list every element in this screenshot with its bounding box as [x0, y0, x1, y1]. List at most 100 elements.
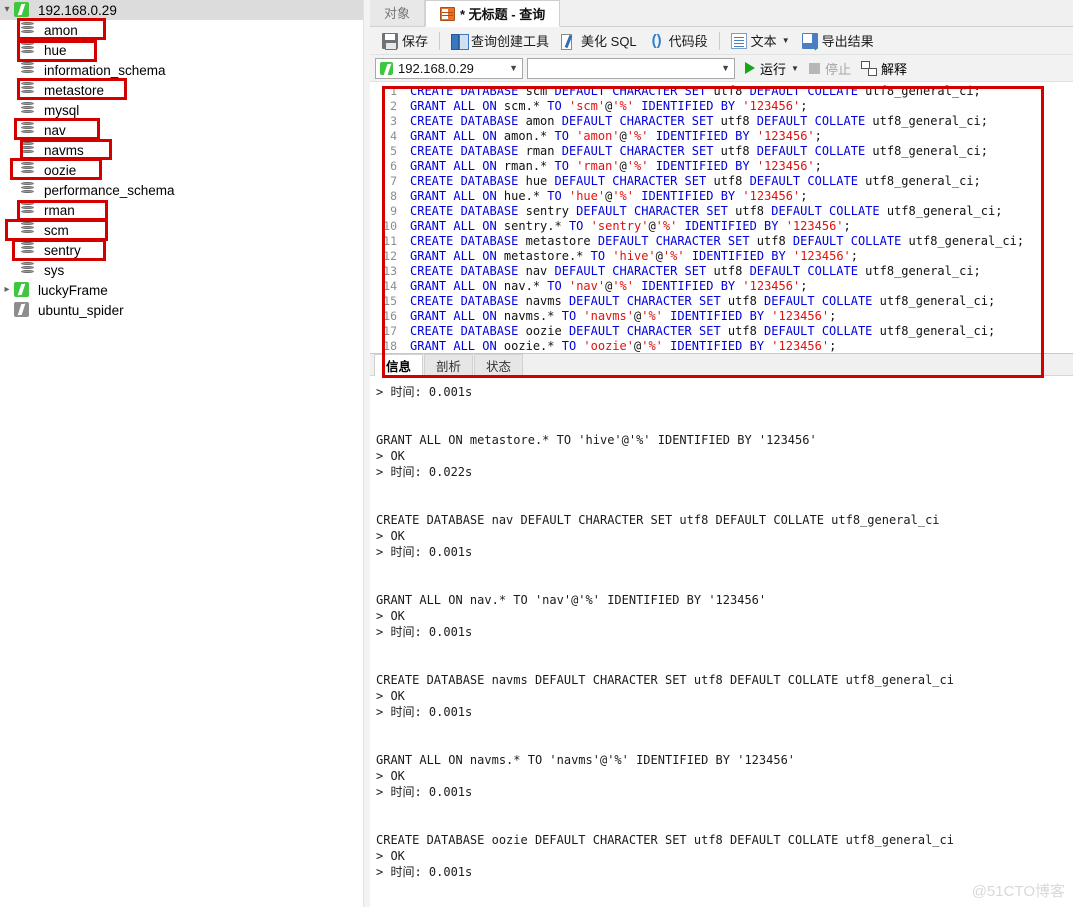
result-tab-label: 信息 — [386, 360, 412, 374]
log-spacer — [376, 560, 1073, 576]
sql-line: GRANT ALL ON nav.* TO 'nav'@'%' IDENTIFI… — [410, 279, 808, 293]
log-line: > OK — [376, 849, 405, 863]
chevron-down-icon[interactable]: ▼ — [721, 63, 730, 73]
result-tab-2[interactable]: 状态 — [474, 354, 524, 375]
tree-node-label: amon — [44, 22, 78, 38]
tree-node-database[interactable]: nav — [0, 120, 363, 140]
line-number: 3 — [390, 114, 397, 128]
result-tab-0[interactable]: 信息 — [374, 354, 424, 376]
tab-query-label: * 无标题 - 查询 — [460, 7, 546, 22]
tree-node-database[interactable]: sys — [0, 260, 363, 280]
tree-node-connection[interactable]: ▾ 192.168.0.29 — [0, 0, 363, 20]
message-log[interactable]: > 时间: 0.001s GRANT ALL ON metastore.* TO … — [370, 376, 1073, 907]
parentheses-icon: () — [651, 31, 662, 49]
database-select[interactable]: ▼ — [527, 57, 735, 79]
line-number-gutter: 1 2 3 4 5 6 7 8 9 10 11 12 13 14 15 16 17 18 — [370, 82, 402, 353]
chevron-right-icon[interactable]: ▸ — [0, 285, 14, 295]
log-line: > 时间: 0.001s — [376, 865, 473, 879]
chevron-down-icon[interactable]: ▼ — [509, 63, 518, 73]
window-tab-bar[interactable]: 对象 * 无标题 - 查询 — [370, 0, 1073, 27]
log-spacer — [376, 416, 1073, 432]
line-number: 10 — [383, 219, 397, 233]
query-builder-label: 查询创建工具 — [471, 34, 550, 49]
tree-node-database[interactable]: metastore — [0, 80, 363, 100]
tree-node-database[interactable]: rman — [0, 200, 363, 220]
tab-query[interactable]: * 无标题 - 查询 — [425, 0, 561, 27]
tree-node-database[interactable]: mysql — [0, 100, 363, 120]
tab-objects-label: 对象 — [384, 6, 411, 21]
sql-line: GRANT ALL ON metastore.* TO 'hive'@'%' I… — [410, 249, 858, 263]
beautify-sql-button[interactable]: 美化 SQL — [555, 29, 643, 53]
log-spacer — [376, 800, 1073, 816]
tree-node-database[interactable]: navms — [0, 140, 363, 160]
sql-line: GRANT ALL ON oozie.* TO 'oozie'@'%' IDEN… — [410, 339, 837, 353]
run-button[interactable]: 运行 ▼ — [745, 59, 799, 78]
log-line: > OK — [376, 449, 405, 463]
explain-button[interactable]: 解释 — [860, 59, 907, 78]
chevron-down-icon[interactable]: ▼ — [782, 36, 790, 45]
line-number: 2 — [390, 99, 397, 113]
explain-icon — [860, 61, 877, 76]
beautify-sql-label: 美化 SQL — [581, 34, 637, 49]
sql-line: GRANT ALL ON rman.* TO 'rman'@'%' IDENTI… — [410, 159, 822, 173]
log-spacer — [376, 880, 1073, 896]
tree-node-database[interactable]: performance_schema — [0, 180, 363, 200]
result-tab-bar[interactable]: 信息 剖析 状态 — [370, 354, 1073, 376]
tree-node-label: luckyFrame — [38, 282, 108, 298]
log-line: GRANT ALL ON navms.* TO 'navms'@'%' IDEN… — [376, 753, 796, 767]
document-icon — [730, 32, 747, 49]
tree-node-database[interactable]: amon — [0, 20, 363, 40]
tree-node-database[interactable]: hue — [0, 40, 363, 60]
connection-select[interactable]: 192.168.0.29 ▼ — [375, 57, 523, 79]
tree-node-label: information_schema — [44, 62, 166, 78]
sql-code-area[interactable]: CREATE DATABASE scm DEFAULT CHARACTER SE… — [410, 82, 1073, 353]
tree-node-connection[interactable]: ubuntu_spider — [0, 300, 363, 320]
log-spacer — [376, 480, 1073, 496]
database-icon — [20, 262, 38, 278]
code-snippet-button[interactable]: () 代码段 — [643, 29, 714, 53]
stop-button: 停止 — [808, 59, 851, 78]
tree-node-database[interactable]: sentry — [0, 240, 363, 260]
explain-button-label: 解释 — [880, 61, 907, 77]
sql-editor[interactable]: 1 2 3 4 5 6 7 8 9 10 11 12 13 14 15 16 17 18 CREATE DATAB… — [370, 82, 1073, 354]
database-tree[interactable]: ▾ 192.168.0.29 amon hue information_schemame… — [0, 0, 363, 320]
tree-node-label: sys — [44, 262, 65, 278]
result-tab-label: 剖析 — [436, 359, 462, 374]
database-icon — [20, 62, 38, 78]
tree-node-label: oozie — [44, 162, 77, 178]
line-number: 17 — [383, 324, 397, 338]
sql-line: CREATE DATABASE scm DEFAULT CHARACTER SE… — [410, 84, 981, 98]
sql-line: CREATE DATABASE metastore DEFAULT CHARAC… — [410, 234, 1025, 248]
database-icon — [20, 242, 38, 258]
tree-node-database[interactable]: oozie — [0, 160, 363, 180]
tree-node-label: mysql — [44, 102, 80, 118]
chevron-down-icon[interactable]: ▾ — [0, 5, 14, 15]
sql-line: CREATE DATABASE hue DEFAULT CHARACTER SE… — [410, 174, 981, 188]
log-spacer — [376, 656, 1073, 672]
tree-node-database[interactable]: scm — [0, 220, 363, 240]
sql-line: GRANT ALL ON hue.* TO 'hue'@'%' IDENTIFI… — [410, 189, 808, 203]
line-number: 13 — [383, 264, 397, 278]
connection-tree-sidebar[interactable]: ▾ 192.168.0.29 amon hue information_schemame… — [0, 0, 363, 907]
tree-node-connection[interactable]: ▸ luckyFrame — [0, 280, 363, 300]
beautify-icon — [561, 33, 577, 50]
sql-line: GRANT ALL ON sentry.* TO 'sentry'@'%' ID… — [410, 219, 851, 233]
sidebar-scrollbar[interactable] — [363, 0, 370, 907]
tree-node-label: nav — [44, 122, 66, 138]
log-spacer — [376, 400, 1073, 416]
query-toolbar[interactable]: 保存 查询创建工具 美化 SQL () 代码段 文本 ▼ ↓ 导出结果 — [370, 27, 1073, 55]
mysql-connection-icon — [14, 282, 32, 298]
tree-node-database[interactable]: information_schema — [0, 60, 363, 80]
text-view-button[interactable]: 文本 ▼ — [725, 29, 796, 53]
save-button[interactable]: 保存 — [376, 29, 434, 53]
query-builder-icon — [451, 33, 470, 50]
connection-bar[interactable]: 192.168.0.29 ▼ ▼ 运行 ▼ 停止 解释 — [370, 55, 1073, 82]
line-number: 8 — [390, 189, 397, 203]
export-result-button[interactable]: 导出结果 — [796, 29, 880, 53]
query-builder-button[interactable]: 查询创建工具 — [445, 29, 555, 53]
result-tab-1[interactable]: 剖析 — [424, 354, 474, 375]
sql-line: CREATE DATABASE oozie DEFAULT CHARACTER … — [410, 324, 996, 338]
chevron-down-icon[interactable]: ▼ — [791, 64, 799, 73]
save-icon — [382, 32, 398, 50]
tab-objects[interactable]: 对象 — [370, 0, 426, 26]
